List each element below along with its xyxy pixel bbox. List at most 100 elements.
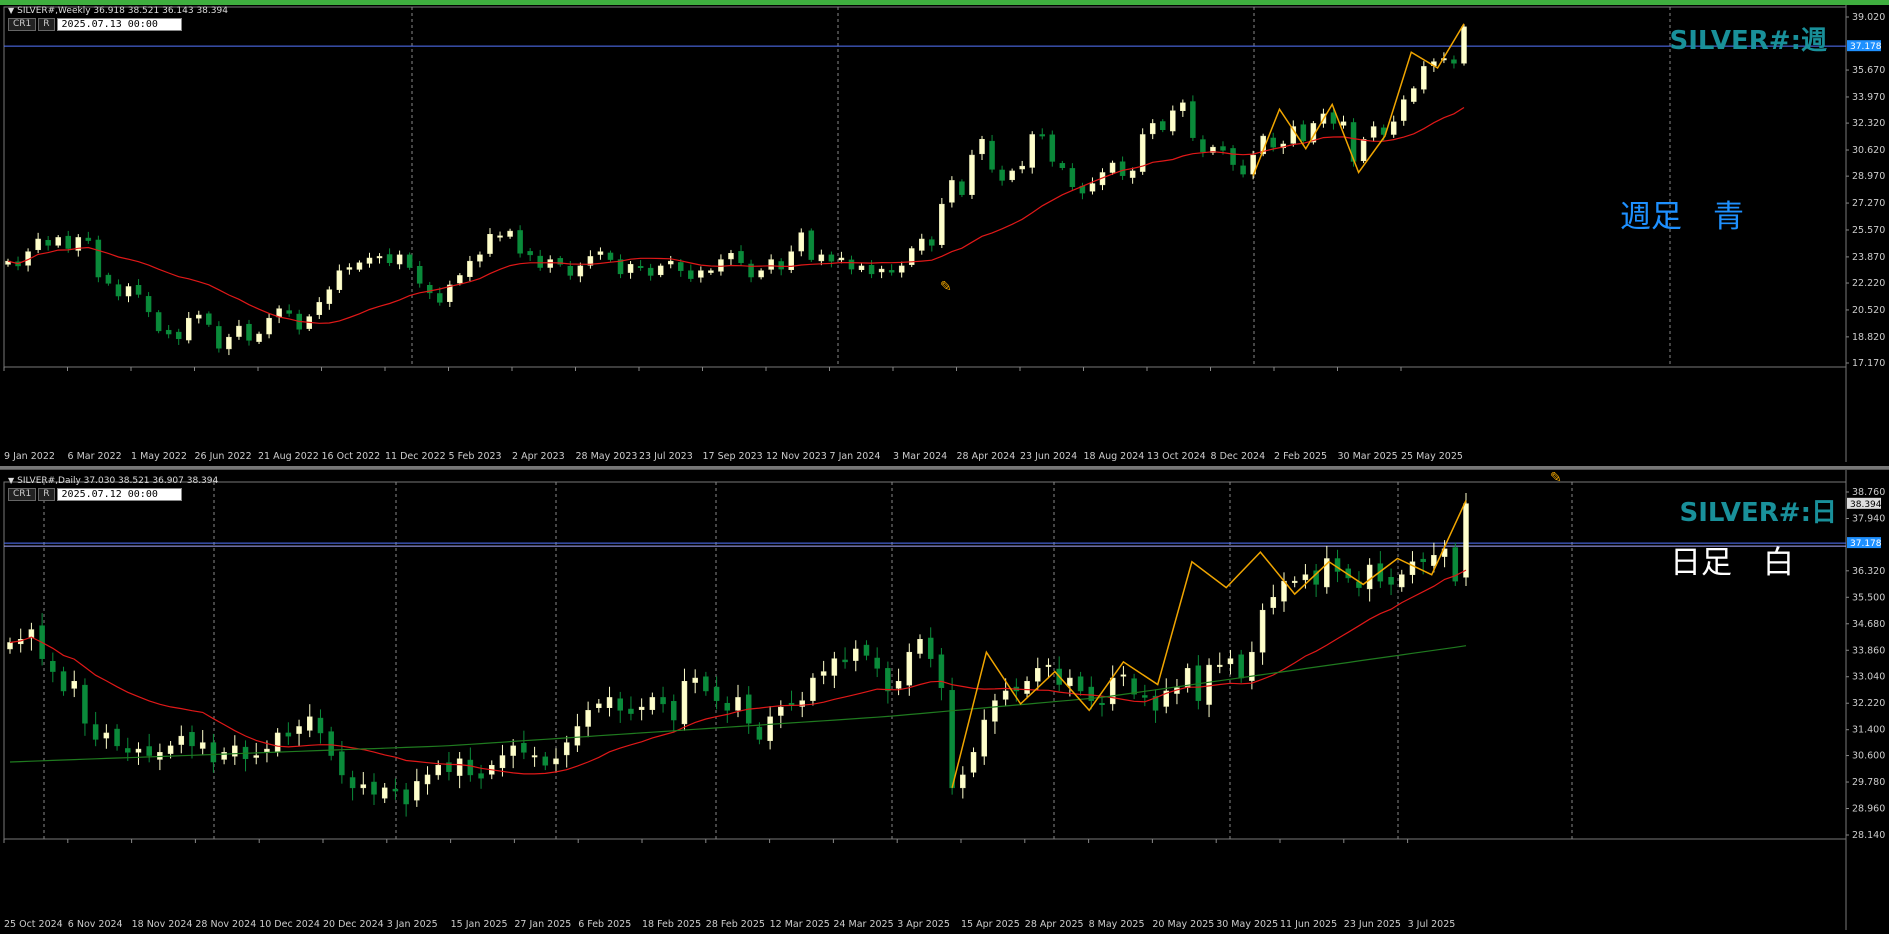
bear-candle [1049, 134, 1056, 162]
bear-candle [246, 323, 252, 341]
bull-candle [1370, 126, 1377, 138]
bull-candle [657, 265, 664, 276]
bull-candle [981, 719, 987, 757]
bull-candle [487, 234, 493, 254]
bear-candle [1200, 139, 1206, 153]
bull-candle [376, 256, 383, 259]
bull-candle [1421, 66, 1427, 90]
bull-candle [767, 716, 773, 741]
bull-candle [167, 745, 174, 754]
collapse-triangle-icon[interactable]: ▼ [8, 6, 14, 15]
bull-candle [1360, 138, 1367, 162]
weekly-chart-svg: 39.020 37.178 35.670 33.970 32.320 30.620 28.9… [3, 5, 1885, 462]
bull-candle [778, 706, 784, 716]
bull-candle [979, 138, 985, 155]
bull-candle [939, 203, 945, 245]
bull-candle [125, 286, 132, 297]
price-tag-label: 37.178 [1850, 42, 1882, 52]
bear-candle [206, 313, 212, 325]
bull-candle [1411, 88, 1417, 102]
bear-candle [848, 259, 855, 270]
daily-chart-pane[interactable]: 38.760 38.394 37.940 37.178 36.320 35.500 34.6… [0, 469, 1889, 934]
bear-candle [989, 140, 995, 170]
y-tick-label: 20.520 [1852, 305, 1885, 316]
bull-candle [103, 732, 110, 739]
bear-candle [1069, 168, 1076, 188]
bear-candle [406, 254, 413, 268]
bull-candle [577, 265, 584, 277]
bull-candle [1409, 561, 1416, 575]
bear-candle [1230, 148, 1236, 165]
x-tick-label: 18 Aug 2024 [1084, 451, 1145, 462]
daily-datetime-field[interactable]: 2025.07.12 00:00 [56, 488, 182, 501]
bull-candle [1340, 121, 1347, 126]
x-tick-label: 26 Jun 2022 [195, 451, 252, 462]
bull-candle [185, 317, 192, 341]
bear-candle [874, 657, 880, 669]
bull-candle [336, 270, 343, 290]
y-tick-label: 33.860 [1852, 645, 1885, 656]
x-tick-label: 6 Feb 2025 [578, 919, 631, 930]
bear-candle [938, 654, 945, 688]
bull-candle [276, 308, 282, 318]
bull-candle [1045, 664, 1052, 667]
bull-candle [256, 333, 262, 342]
bear-candle [1420, 558, 1426, 563]
bear-candle [788, 702, 795, 705]
daily-r-button[interactable]: R [38, 488, 55, 501]
bull-candle [735, 697, 741, 711]
bear-candle [808, 230, 815, 260]
daily-chart-svg: 38.760 38.394 37.940 37.178 36.320 35.500 34.6… [3, 470, 1885, 930]
bull-candle [1390, 121, 1397, 135]
bull-candle [597, 251, 604, 255]
x-tick-label: 15 Jan 2025 [451, 919, 508, 930]
bull-candle [553, 758, 559, 765]
x-tick-label: 2 Feb 2025 [1274, 451, 1327, 462]
bear-candle [65, 235, 71, 249]
x-tick-label: 11 Dec 2022 [385, 451, 446, 462]
bear-candle [647, 267, 654, 276]
x-tick-label: 28 Apr 2025 [1025, 919, 1084, 930]
x-tick-label: 3 Mar 2024 [893, 451, 947, 462]
weekly-cr-button[interactable]: CR1 [8, 18, 37, 31]
weekly-r-button[interactable]: R [38, 18, 55, 31]
daily-header: ▼ SILVER#,Daily 37.030 38.521 36.907 38.3… [8, 476, 218, 486]
daily-cr-button[interactable]: CR1 [8, 488, 37, 501]
y-tick-label: 37.940 [1852, 513, 1885, 524]
bull-candle [7, 642, 13, 650]
bear-candle [828, 254, 835, 262]
bull-candle [497, 235, 503, 238]
y-tick-label: 32.320 [1852, 118, 1885, 129]
bull-candle [396, 254, 403, 265]
y-tick-label: 22.220 [1852, 278, 1885, 289]
bull-candle [199, 742, 206, 749]
bull-candle [798, 232, 805, 252]
bull-candle [810, 677, 816, 701]
x-tick-label: 23 Jul 2023 [639, 451, 693, 462]
bull-candle [1399, 574, 1405, 588]
bear-candle [628, 708, 634, 714]
bull-candle [563, 742, 570, 756]
bear-candle [175, 331, 182, 340]
bull-candle [531, 755, 538, 758]
bull-candle [818, 254, 825, 262]
y-tick-label: 30.620 [1852, 145, 1885, 156]
bear-candle [95, 239, 102, 278]
x-tick-label: 7 Jan 2024 [830, 451, 881, 462]
collapse-triangle-icon[interactable]: ▼ [8, 476, 14, 485]
x-tick-label: 27 Jan 2025 [514, 919, 571, 930]
weekly-note: 週足 青 [1620, 199, 1744, 235]
bear-candle [617, 698, 623, 711]
bull-candle [919, 238, 925, 251]
weekly-symbol-label: SILVER#:週 [1669, 26, 1827, 56]
bear-candle [1240, 165, 1246, 175]
x-tick-label: 18 Nov 2024 [132, 919, 193, 930]
bull-candle [1366, 564, 1373, 590]
weekly-chart-pane[interactable]: 39.020 37.178 35.670 33.970 32.320 30.620 28.9… [0, 0, 1889, 466]
bull-candle [1270, 597, 1277, 608]
bull-candle [627, 264, 634, 273]
weekly-datetime-field[interactable]: 2025.07.13 00:00 [56, 18, 182, 31]
y-tick-label: 34.680 [1852, 619, 1885, 630]
bear-candle [527, 251, 533, 256]
bull-candle [838, 257, 845, 261]
